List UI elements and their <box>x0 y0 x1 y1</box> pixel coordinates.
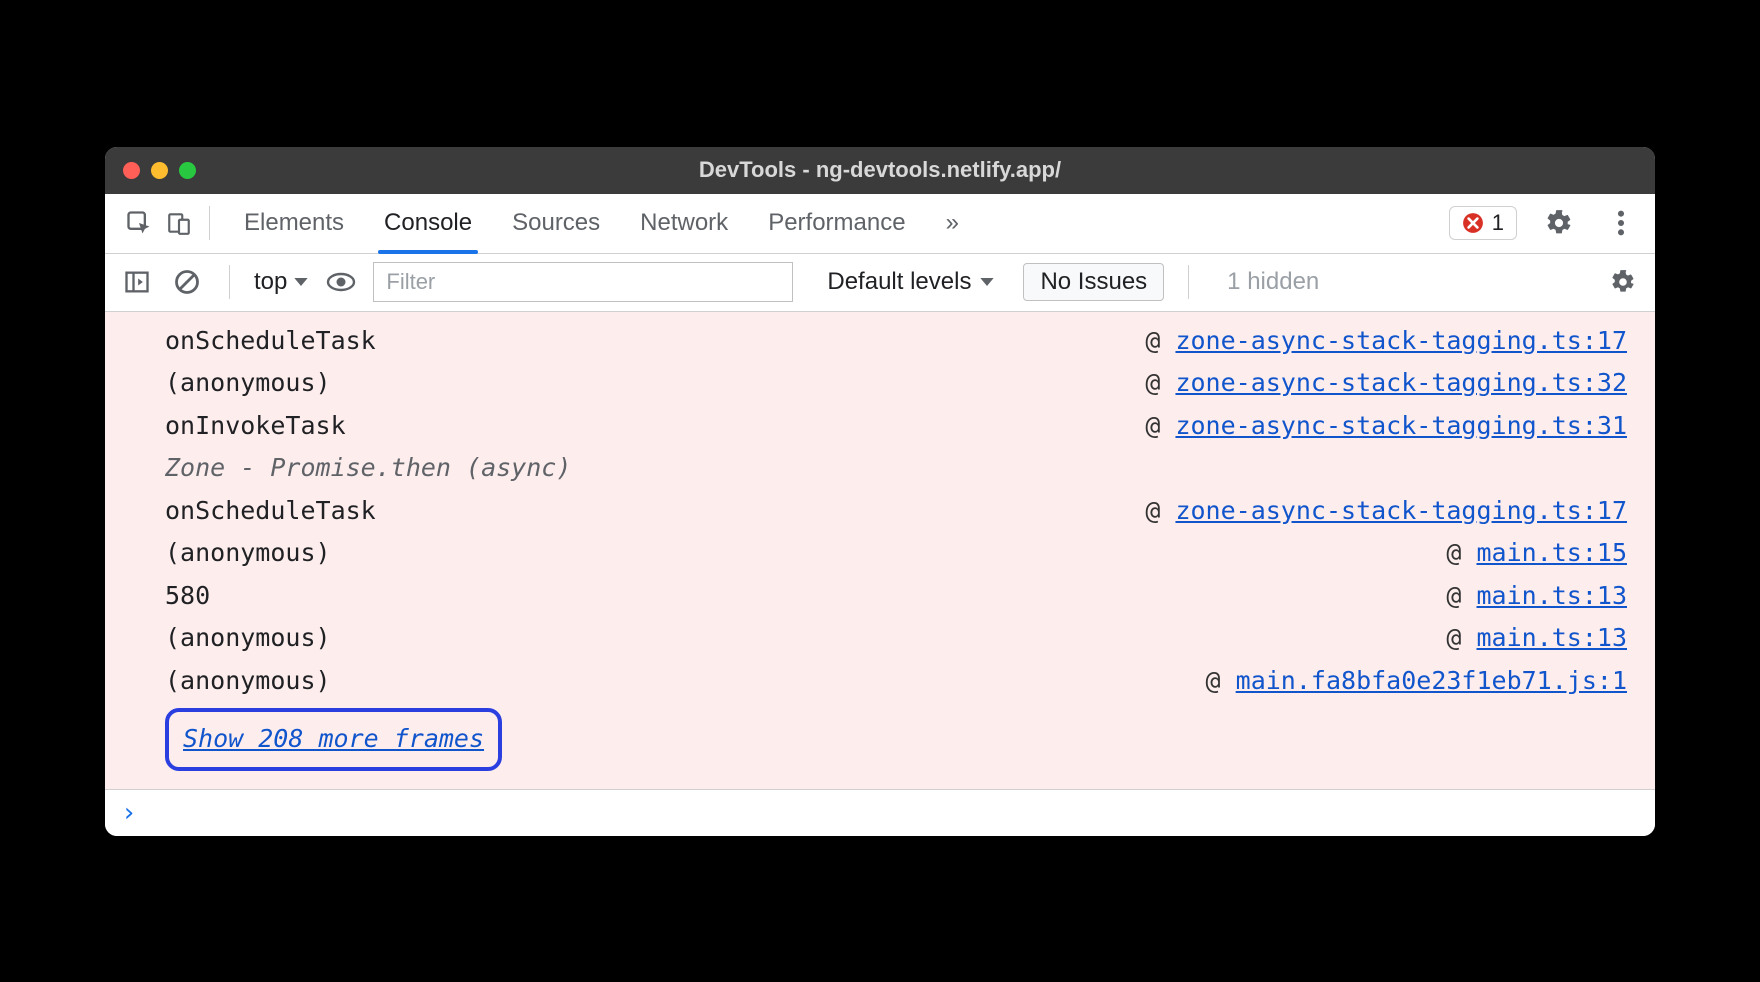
tab-performance[interactable]: Performance <box>766 195 907 251</box>
device-toolbar-icon[interactable] <box>159 203 199 243</box>
chevron-down-icon <box>979 276 995 288</box>
stack-frame-row: onScheduleTask @ zone-async-stack-tagging… <box>165 490 1627 533</box>
window-title: DevTools - ng-devtools.netlify.app/ <box>105 157 1655 183</box>
stack-frame-function: onScheduleTask <box>165 320 376 363</box>
console-settings-icon[interactable] <box>1605 264 1641 300</box>
at-symbol: @ <box>1446 538 1476 567</box>
source-link[interactable]: zone-async-stack-tagging.ts:17 <box>1175 496 1627 525</box>
separator <box>229 265 230 299</box>
stack-frame-source: @ zone-async-stack-tagging.ts:17 <box>1145 490 1627 533</box>
log-levels-select[interactable]: Default levels <box>827 268 995 296</box>
traffic-lights <box>105 162 196 179</box>
source-link[interactable]: main.fa8bfa0e23f1eb71.js:1 <box>1236 666 1627 695</box>
issues-button[interactable]: No Issues <box>1023 263 1164 301</box>
at-symbol: @ <box>1446 623 1476 652</box>
at-symbol: @ <box>1145 411 1175 440</box>
stack-frame-row: (anonymous) @ zone-async-stack-tagging.ts… <box>165 362 1627 405</box>
source-link[interactable]: zone-async-stack-tagging.ts:32 <box>1175 368 1627 397</box>
source-link[interactable]: main.ts:13 <box>1476 581 1627 610</box>
settings-icon[interactable] <box>1539 203 1579 243</box>
show-more-frames-link[interactable]: Show 208 more frames <box>183 724 484 753</box>
at-symbol: @ <box>1145 326 1175 355</box>
tab-console[interactable]: Console <box>382 195 474 251</box>
console-prompt[interactable]: › <box>105 789 1655 836</box>
tab-sources[interactable]: Sources <box>510 195 602 251</box>
live-expression-icon[interactable] <box>323 264 359 300</box>
show-more-frames-highlight: Show 208 more frames <box>165 708 502 771</box>
stack-frame-function: onScheduleTask <box>165 490 376 533</box>
execution-context-select[interactable]: top <box>254 268 309 296</box>
at-symbol: @ <box>1446 581 1476 610</box>
source-link[interactable]: zone-async-stack-tagging.ts:17 <box>1175 326 1627 355</box>
source-link[interactable]: zone-async-stack-tagging.ts:31 <box>1175 411 1627 440</box>
more-options-icon[interactable] <box>1601 203 1641 243</box>
titlebar: DevTools - ng-devtools.netlify.app/ <box>105 147 1655 194</box>
stack-frame-row: onScheduleTask @ zone-async-stack-tagging… <box>165 320 1627 363</box>
panel-tabs: Elements Console Sources Network Perform… <box>242 195 961 251</box>
at-symbol: @ <box>1206 666 1236 695</box>
prompt-chevron-icon: › <box>121 798 137 828</box>
chevron-down-icon <box>293 276 309 288</box>
stack-frame-source: @ zone-async-stack-tagging.ts:32 <box>1145 362 1627 405</box>
context-label: top <box>254 268 287 296</box>
stack-frame-row: onInvokeTask @ zone-async-stack-tagging.t… <box>165 405 1627 448</box>
tabs-overflow-button[interactable]: » <box>944 195 961 251</box>
zoom-window-button[interactable] <box>179 162 196 179</box>
stack-frame-row: (anonymous) @ main.fa8bfa0e23f1eb71.js:1 <box>165 660 1627 703</box>
error-count-chip[interactable]: 1 <box>1449 206 1517 240</box>
stack-frame-function: onInvokeTask <box>165 405 346 448</box>
minimize-window-button[interactable] <box>151 162 168 179</box>
error-icon <box>1462 212 1484 234</box>
clear-console-icon[interactable] <box>169 264 205 300</box>
console-toolbar: top Default levels No Issues 1 hidden <box>105 254 1655 312</box>
filter-input[interactable] <box>373 262 793 302</box>
console-output: onScheduleTask @ zone-async-stack-tagging… <box>105 312 1655 789</box>
stack-frame-row: (anonymous) @ main.ts:13 <box>165 617 1627 660</box>
devtools-window: DevTools - ng-devtools.netlify.app/ Elem… <box>105 147 1655 836</box>
at-symbol: @ <box>1145 368 1175 397</box>
levels-label: Default levels <box>827 268 971 296</box>
stack-frame-source: @ zone-async-stack-tagging.ts:31 <box>1145 405 1627 448</box>
tabbar: Elements Console Sources Network Perform… <box>105 194 1655 254</box>
async-label-text: Zone - Promise.then (async) <box>165 447 571 490</box>
stack-frame-function: 580 <box>165 575 210 618</box>
source-link[interactable]: main.ts:15 <box>1476 538 1627 567</box>
stack-frame-source: @ main.fa8bfa0e23f1eb71.js:1 <box>1206 660 1627 703</box>
hidden-messages-count: 1 hidden <box>1227 268 1319 296</box>
stack-frame-source: @ main.ts:13 <box>1446 617 1627 660</box>
toggle-drawer-icon[interactable] <box>119 264 155 300</box>
stack-frame-row: (anonymous) @ main.ts:15 <box>165 532 1627 575</box>
stack-frame-function: (anonymous) <box>165 617 331 660</box>
stack-frame-row: 580 @ main.ts:13 <box>165 575 1627 618</box>
error-count-value: 1 <box>1492 210 1504 236</box>
tab-elements[interactable]: Elements <box>242 195 346 251</box>
tab-network[interactable]: Network <box>638 195 730 251</box>
source-link[interactable]: main.ts:13 <box>1476 623 1627 652</box>
separator <box>209 206 210 240</box>
stack-frame-function: (anonymous) <box>165 362 331 405</box>
close-window-button[interactable] <box>123 162 140 179</box>
inspect-element-icon[interactable] <box>119 203 159 243</box>
stack-frame-source: @ zone-async-stack-tagging.ts:17 <box>1145 320 1627 363</box>
at-symbol: @ <box>1145 496 1175 525</box>
stack-frame-source: @ main.ts:13 <box>1446 575 1627 618</box>
separator <box>1188 265 1189 299</box>
stack-frame-function: (anonymous) <box>165 532 331 575</box>
stack-frame-source: @ main.ts:15 <box>1446 532 1627 575</box>
stack-frame-function: (anonymous) <box>165 660 331 703</box>
async-stack-label: Zone - Promise.then (async) <box>165 447 1627 490</box>
